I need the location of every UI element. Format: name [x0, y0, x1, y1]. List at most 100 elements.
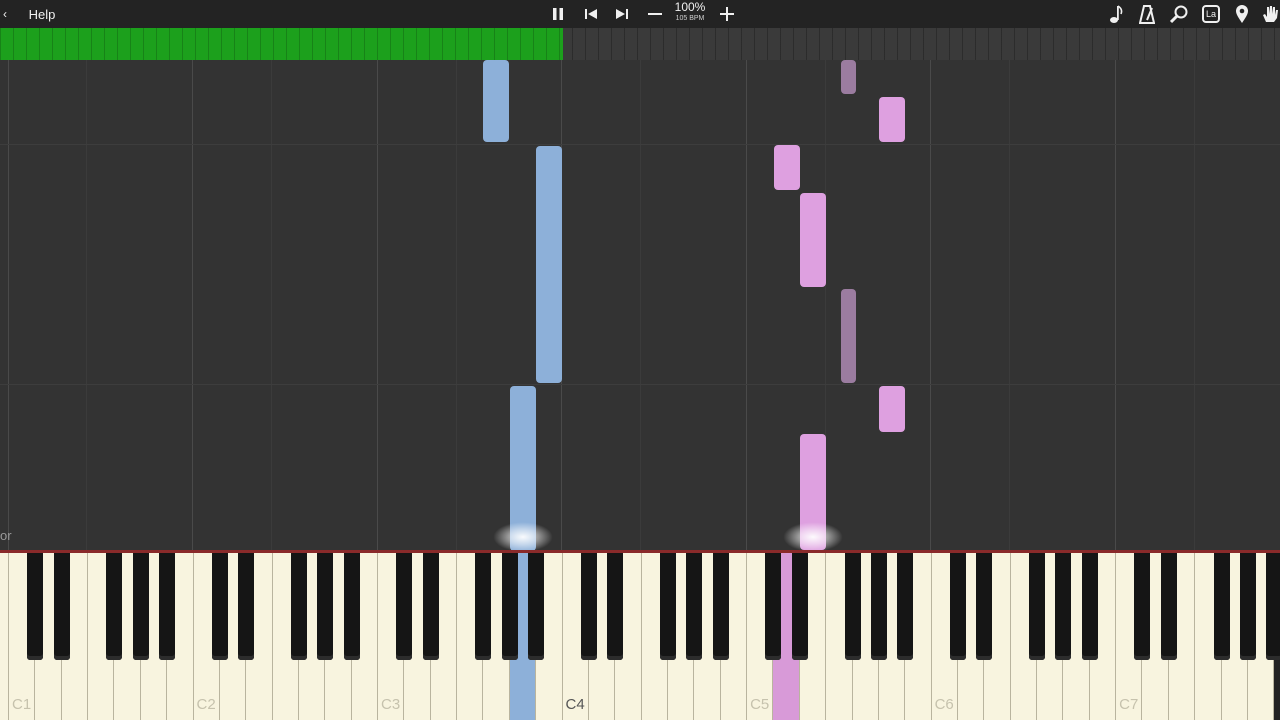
black-key[interactable] — [712, 553, 729, 660]
measure-line — [0, 144, 1280, 145]
left-hand-note — [841, 60, 856, 94]
black-key[interactable] — [396, 553, 413, 660]
black-key[interactable] — [317, 553, 334, 660]
track-label: or — [0, 528, 12, 543]
octave-label: C7 — [1119, 696, 1139, 713]
black-key[interactable] — [765, 553, 782, 660]
progress-fill — [0, 28, 564, 60]
menu-back-button[interactable]: ‹ — [0, 0, 10, 28]
grid-line — [86, 60, 87, 550]
octave-grid-line — [8, 60, 9, 550]
skip-back-button[interactable] — [581, 0, 601, 28]
right-hand-note — [536, 146, 562, 383]
metronome-icon — [1139, 5, 1155, 24]
octave-label: C3 — [381, 696, 401, 713]
black-key[interactable] — [870, 553, 887, 660]
hand-icon — [1263, 6, 1278, 22]
black-key[interactable] — [1160, 553, 1177, 660]
octave-label: C4 — [565, 696, 585, 713]
left-hand-note — [879, 386, 905, 432]
right-hand-note — [483, 60, 509, 142]
search-button[interactable] — [1167, 0, 1191, 28]
octave-label: C5 — [750, 696, 770, 713]
black-key[interactable] — [844, 553, 861, 660]
black-key[interactable] — [949, 553, 966, 660]
speed-readout: 100% 105 BPM — [668, 1, 712, 23]
black-key[interactable] — [1055, 553, 1072, 660]
octave-label: C2 — [196, 696, 216, 713]
black-key[interactable] — [53, 553, 70, 660]
marker-button[interactable] — [1231, 0, 1253, 28]
top-toolbar: ‹ Help 100% 105 BPM La — [0, 0, 1280, 28]
black-key[interactable] — [211, 553, 228, 660]
skip-back-icon — [585, 9, 597, 19]
plus-icon — [720, 7, 734, 21]
black-key[interactable] — [475, 553, 492, 660]
skip-forward-button[interactable] — [612, 0, 632, 28]
black-key[interactable] — [791, 553, 808, 660]
octave-grid-line — [746, 60, 747, 550]
octave-grid-line — [192, 60, 193, 550]
song-progress-bar[interactable] — [0, 28, 1280, 60]
grid-line — [271, 60, 272, 550]
black-key[interactable] — [1266, 553, 1280, 660]
black-key[interactable] — [1213, 553, 1230, 660]
octave-grid-line — [930, 60, 931, 550]
note-settings-button[interactable] — [1105, 0, 1127, 28]
black-key[interactable] — [686, 553, 703, 660]
grid-line — [456, 60, 457, 550]
black-key[interactable] — [343, 553, 360, 660]
key-hit-glow — [493, 522, 553, 550]
white-key[interactable] — [0, 553, 9, 720]
skip-forward-icon — [616, 9, 628, 19]
black-key[interactable] — [290, 553, 307, 660]
black-key[interactable] — [238, 553, 255, 660]
left-hand-note — [800, 193, 826, 287]
black-key[interactable] — [501, 553, 518, 660]
key-hit-glow — [783, 522, 843, 550]
black-key[interactable] — [607, 553, 624, 660]
octave-label: C1 — [12, 696, 32, 713]
hand-tool-button[interactable] — [1259, 0, 1280, 28]
black-key[interactable] — [1239, 553, 1256, 660]
black-key[interactable] — [106, 553, 123, 660]
octave-label: C6 — [934, 696, 954, 713]
grid-line — [1194, 60, 1195, 550]
music-note-icon — [1110, 5, 1123, 23]
black-key[interactable] — [1029, 553, 1046, 660]
note-label-button[interactable]: La — [1199, 0, 1223, 28]
black-key[interactable] — [580, 553, 597, 660]
speed-up-button[interactable] — [716, 0, 738, 28]
left-hand-note — [879, 97, 905, 142]
measure-line — [0, 384, 1280, 385]
black-key[interactable] — [976, 553, 993, 660]
minus-icon — [648, 13, 662, 15]
black-key[interactable] — [1081, 553, 1098, 660]
metronome-button[interactable] — [1136, 0, 1158, 28]
pause-icon — [553, 8, 563, 20]
black-key[interactable] — [660, 553, 676, 660]
magnifier-icon — [1169, 5, 1188, 24]
grid-line — [640, 60, 641, 550]
black-key[interactable] — [132, 553, 149, 660]
tempo-bpm: 105 BPM — [675, 15, 705, 22]
piano-keyboard: C1 C2 C3 C4 C5 C6 C7 — [0, 550, 1280, 720]
speed-down-button[interactable] — [644, 0, 666, 28]
black-key[interactable] — [159, 553, 176, 660]
black-key[interactable] — [528, 553, 545, 660]
falling-notes-area: or — [0, 60, 1280, 550]
octave-grid-line — [1115, 60, 1116, 550]
black-key[interactable] — [1134, 553, 1151, 660]
speed-percent: 100% — [674, 0, 706, 14]
left-hand-note — [774, 145, 800, 190]
black-key[interactable] — [897, 553, 914, 660]
left-hand-note — [841, 289, 856, 383]
grid-line — [1009, 60, 1010, 550]
play-pause-button[interactable] — [547, 0, 569, 28]
octave-grid-line — [377, 60, 378, 550]
help-menu-button[interactable]: Help — [22, 0, 62, 28]
location-pin-icon — [1236, 5, 1248, 23]
black-key[interactable] — [27, 553, 44, 660]
black-key[interactable] — [422, 553, 439, 660]
note-label-icon: La — [1202, 5, 1220, 23]
